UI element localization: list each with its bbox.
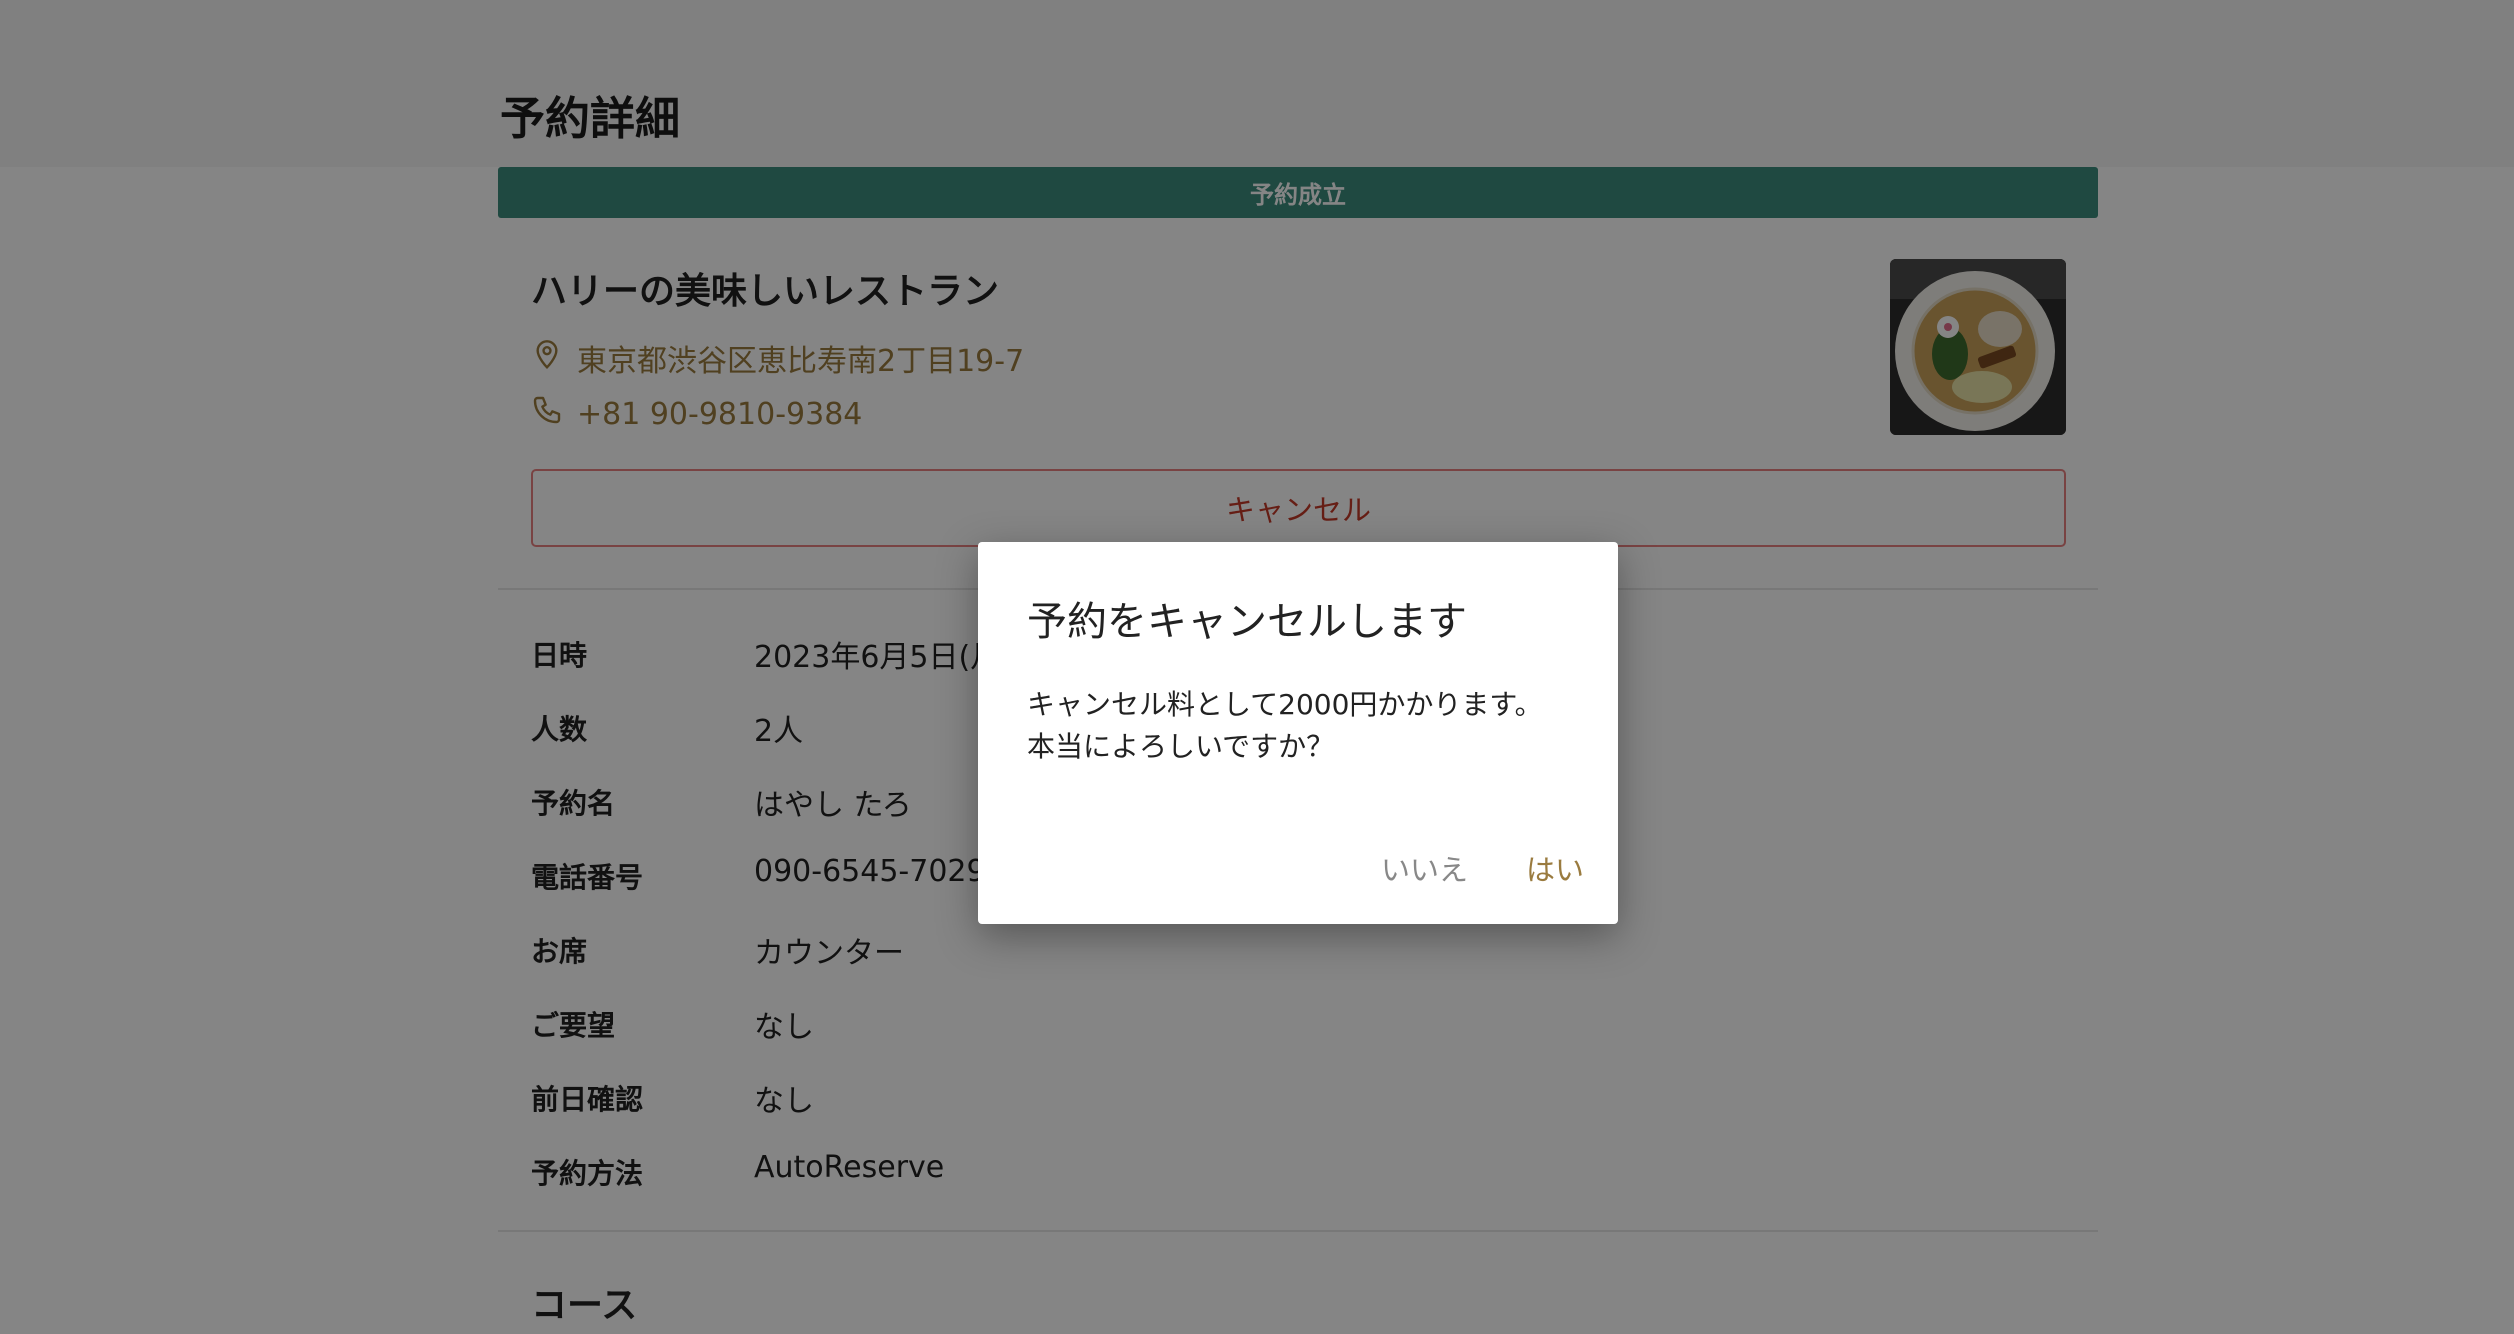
- dialog-message: キャンセル料として2000円かかります。 本当によろしいですか？: [1027, 684, 1587, 768]
- cancel-confirmation-dialog: 予約をキャンセルします キャンセル料として2000円かかります。 本当によろしい…: [978, 542, 1618, 924]
- dialog-message-line: キャンセル料として2000円かかります。: [1027, 688, 1543, 721]
- dialog-no-button[interactable]: いいえ: [1381, 847, 1468, 889]
- page: 予約詳細 予約成立 ハリーの美味しいレストラン 東京都渋谷区恵比寿南2丁目19-…: [0, 0, 2514, 1334]
- dialog-yes-button[interactable]: はい: [1526, 847, 1584, 889]
- dialog-message-line: 本当によろしいですか？: [1027, 730, 1335, 763]
- dialog-title: 予約をキャンセルします: [1027, 599, 1467, 645]
